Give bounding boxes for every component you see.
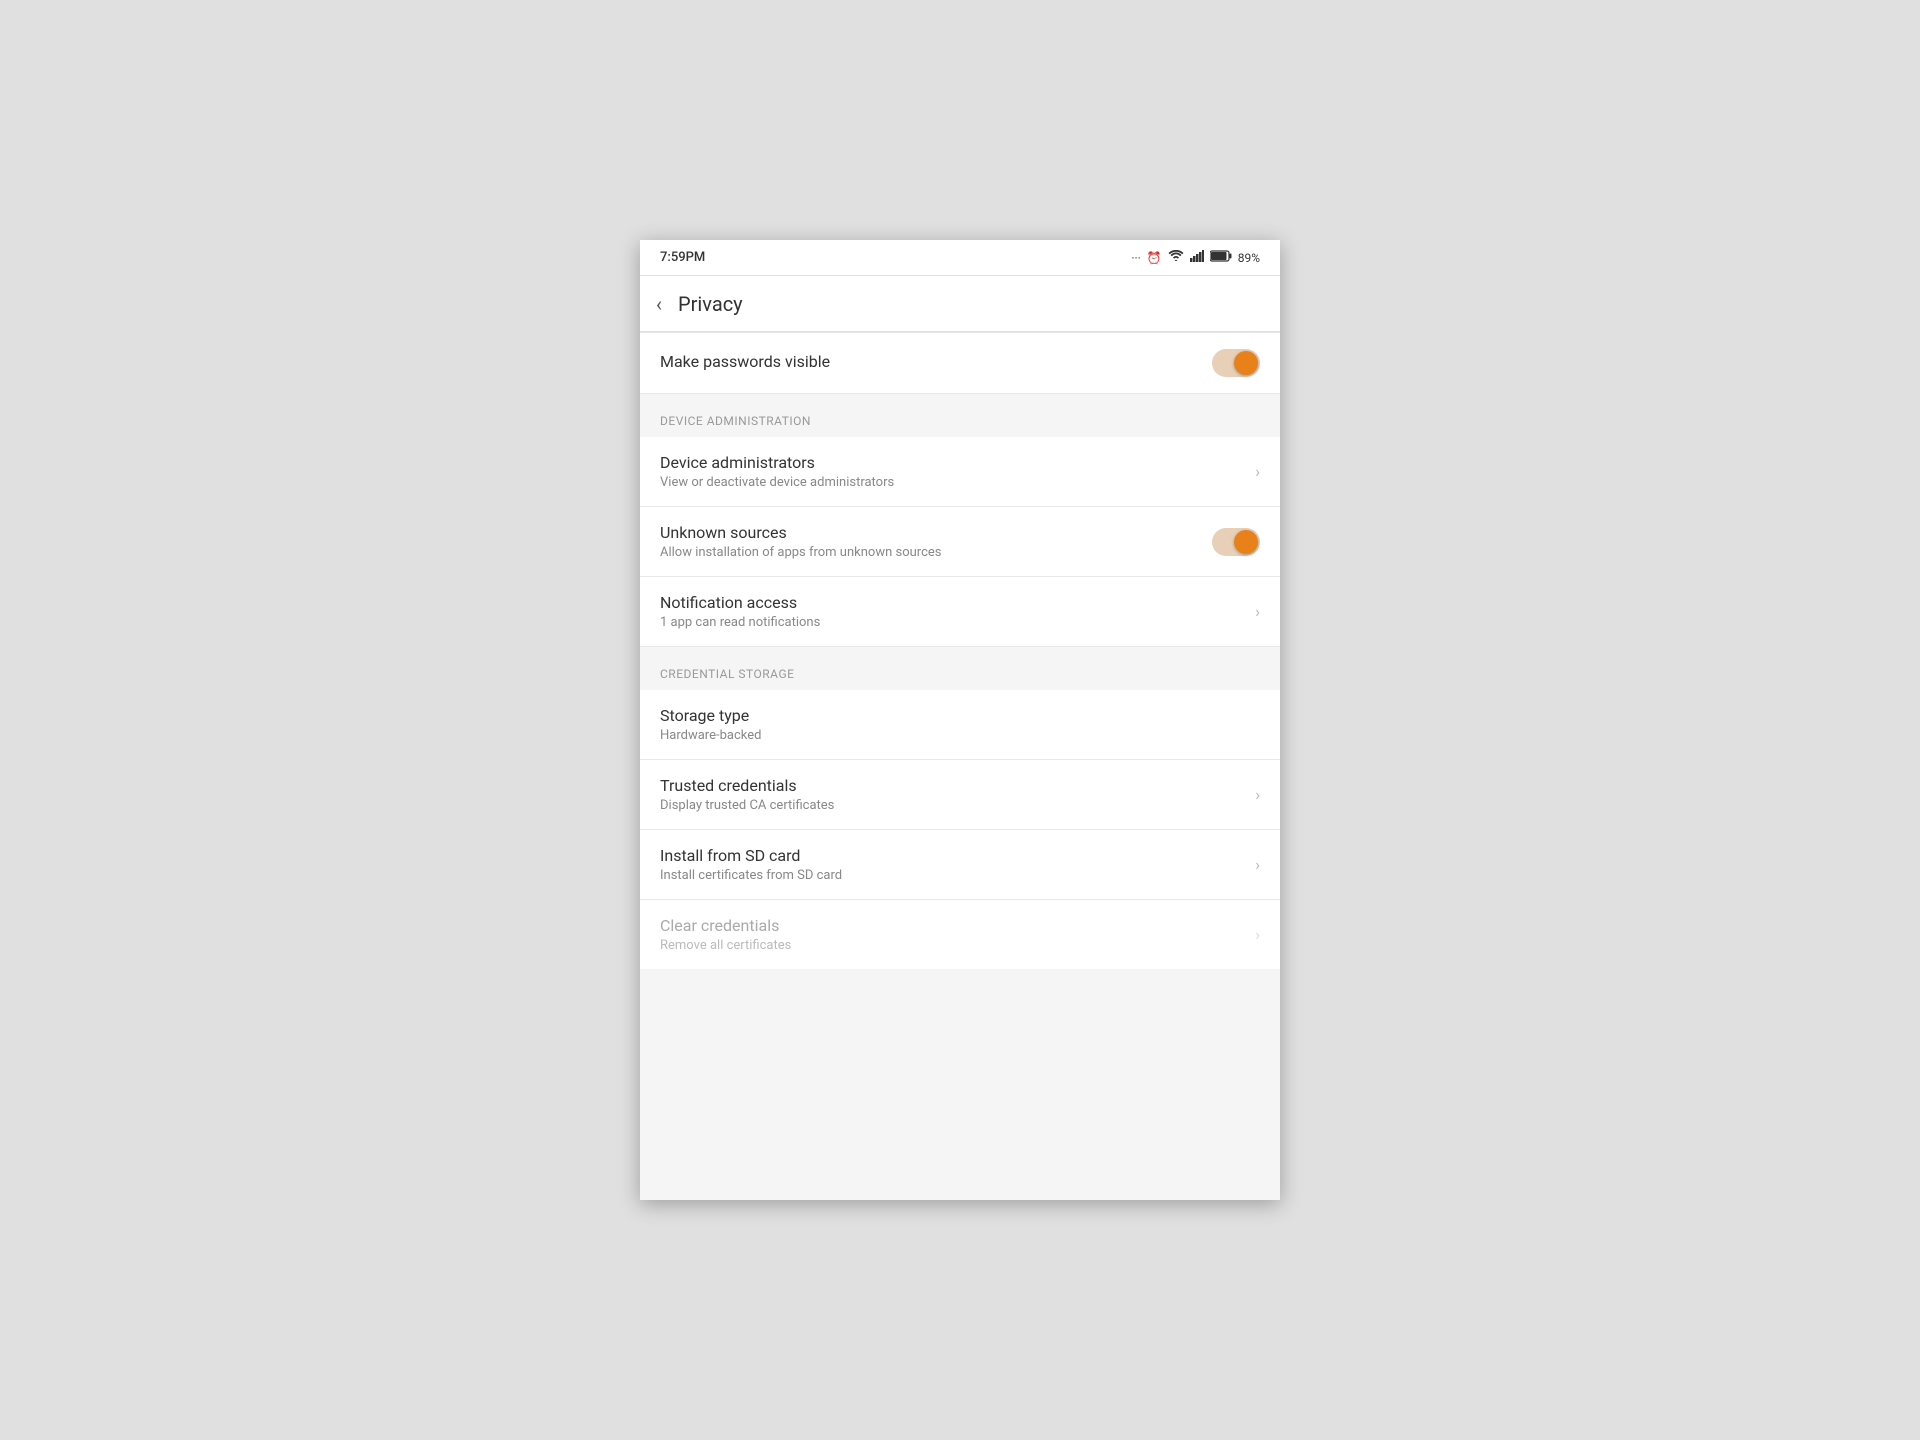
alarm-icon: ⏰ [1147, 251, 1162, 265]
trusted-credentials-title: Trusted credentials [660, 776, 1255, 795]
clear-credentials-chevron: › [1255, 925, 1260, 944]
trusted-credentials-chevron: › [1255, 785, 1260, 804]
install-from-sd-title: Install from SD card [660, 846, 1255, 865]
notification-access-item[interactable]: Notification access 1 app can read notif… [640, 577, 1280, 647]
storage-type-title: Storage type [660, 706, 1260, 725]
storage-type-item: Storage type Hardware-backed [640, 690, 1280, 760]
device-administrators-chevron: › [1255, 462, 1260, 481]
unknown-sources-title: Unknown sources [660, 523, 1212, 542]
credential-storage-section-header: CREDENTIAL STORAGE [640, 647, 1280, 690]
clear-credentials-item: Clear credentials Remove all certificate… [640, 900, 1280, 969]
phone-container: 7:59PM ··· ⏰ [640, 240, 1280, 1200]
status-time: 7:59PM [660, 250, 705, 265]
credential-storage-label: CREDENTIAL STORAGE [660, 667, 794, 681]
page-header: ‹ Privacy [640, 276, 1280, 332]
battery-icon [1210, 250, 1232, 265]
trusted-credentials-subtitle: Display trusted CA certificates [660, 798, 1255, 813]
back-button[interactable]: ‹ [656, 292, 662, 316]
clear-credentials-subtitle: Remove all certificates [660, 938, 1255, 953]
make-passwords-toggle[interactable] [1212, 349, 1260, 377]
unknown-sources-subtitle: Allow installation of apps from unknown … [660, 545, 1212, 560]
device-administrators-item[interactable]: Device administrators View or deactivate… [640, 437, 1280, 507]
device-administrators-title: Device administrators [660, 453, 1255, 472]
wifi-icon [1168, 250, 1184, 265]
trusted-credentials-item[interactable]: Trusted credentials Display trusted CA c… [640, 760, 1280, 830]
status-bar: 7:59PM ··· ⏰ [640, 240, 1280, 276]
page-title: Privacy [678, 292, 743, 316]
unknown-sources-item[interactable]: Unknown sources Allow installation of ap… [640, 507, 1280, 577]
make-passwords-title: Make passwords visible [660, 352, 1212, 371]
signal-icon [1190, 250, 1204, 265]
notification-access-chevron: › [1255, 602, 1260, 621]
device-administrators-subtitle: View or deactivate device administrators [660, 475, 1255, 490]
status-icons: ··· ⏰ [1131, 250, 1260, 265]
install-from-sd-item[interactable]: Install from SD card Install certificate… [640, 830, 1280, 900]
storage-type-subtitle: Hardware-backed [660, 728, 1260, 743]
make-passwords-visible-item[interactable]: Make passwords visible [640, 332, 1280, 394]
device-admin-section-header: DEVICE ADMINISTRATION [640, 394, 1280, 437]
unknown-sources-toggle[interactable] [1212, 528, 1260, 556]
install-from-sd-chevron: › [1255, 855, 1260, 874]
unknown-sources-knob [1234, 530, 1258, 554]
notification-access-title: Notification access [660, 593, 1255, 612]
battery-percentage: 89% [1238, 251, 1260, 265]
toggle-knob [1234, 351, 1258, 375]
dots-icon: ··· [1131, 251, 1140, 265]
notification-access-subtitle: 1 app can read notifications [660, 615, 1255, 630]
device-admin-label: DEVICE ADMINISTRATION [660, 414, 811, 428]
install-from-sd-subtitle: Install certificates from SD card [660, 868, 1255, 883]
settings-content: Make passwords visible DEVICE ADMINISTRA… [640, 332, 1280, 969]
clear-credentials-title: Clear credentials [660, 916, 1255, 935]
